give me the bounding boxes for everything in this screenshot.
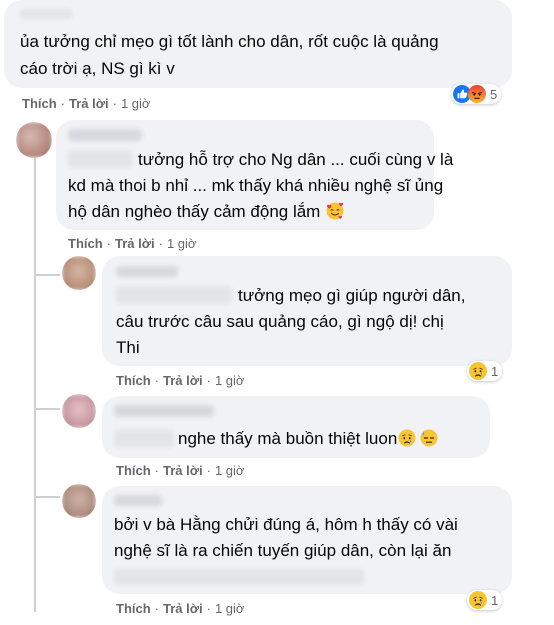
sad-face-icon <box>398 429 416 447</box>
redacted-text-line <box>114 569 364 585</box>
reply-text-line: tưởng mẹo gì giúp người dân, <box>238 286 466 305</box>
reaction-count: 5 <box>490 86 498 102</box>
smiling-face-with-hearts-icon <box>326 202 344 220</box>
comment-time: 1 giờ <box>120 96 151 111</box>
commenter-name-redacted <box>116 266 178 277</box>
thread-branch <box>34 408 60 410</box>
reply-time: 1 giờ <box>214 463 245 478</box>
thread-branch <box>34 274 60 276</box>
reply-link[interactable]: Trả lời <box>163 463 203 478</box>
reply-time: 1 giờ <box>214 601 245 616</box>
tagged-name-redacted <box>68 150 132 168</box>
reply-text-line: bởi v bà Hằng chửi đúng á, hôm h thấy có… <box>114 515 458 534</box>
comment-actions: Thích · Trả lời · 1 giờ <box>68 236 197 251</box>
downcast-sweat-face-icon <box>420 429 438 447</box>
sad-reaction-icon <box>469 591 487 609</box>
comment-text-line: kd mà thoi b nhỉ ... mk thấy khá nhiều n… <box>68 176 444 195</box>
thread-branch <box>34 496 60 498</box>
reply-time: 1 giờ <box>214 373 245 388</box>
reply-text-line: câu trước câu sau quảng cáo, gì ngộ dị! … <box>116 312 444 331</box>
like-link[interactable]: Thích <box>116 373 151 388</box>
reply-link[interactable]: Trả lời <box>69 96 109 111</box>
reply-link[interactable]: Trả lời <box>163 601 203 616</box>
tagged-name-redacted <box>116 286 232 304</box>
avatar <box>62 256 96 290</box>
avatar <box>16 122 52 158</box>
thread-line <box>34 158 36 612</box>
reply-text-line: nghe thấy mà buồn thiệt luon <box>178 426 439 452</box>
comment-actions: Thích · Trả lời · 1 giờ <box>22 96 151 111</box>
avatar <box>62 484 96 518</box>
commenter-name-redacted <box>68 129 142 141</box>
reply-actions: Thích · Trả lời · 1 giờ <box>116 601 245 616</box>
comment-text-line: hộ dân nghèo thấy cảm động lắm <box>68 199 345 225</box>
like-link[interactable]: Thích <box>116 601 151 616</box>
reaction-badge[interactable]: 5 <box>451 84 502 104</box>
reply-link[interactable]: Trả lời <box>163 373 203 388</box>
reply-text: nghe thấy mà buồn thiệt luon <box>178 429 398 448</box>
reply-actions: Thích · Trả lời · 1 giờ <box>116 463 245 478</box>
reaction-badge[interactable]: 1 <box>467 590 503 610</box>
angry-reaction-icon <box>468 85 486 103</box>
comment-time: 1 giờ <box>166 236 197 251</box>
reply-text-line: nghệ sĩ là ra chiến tuyến giúp dân, còn … <box>114 541 452 560</box>
like-link[interactable]: Thích <box>116 463 151 478</box>
reply-actions: Thích · Trả lời · 1 giờ <box>116 373 245 388</box>
like-link[interactable]: Thích <box>68 236 103 251</box>
comment-text: hộ dân nghèo thấy cảm động lắm <box>68 202 321 221</box>
commenter-name-redacted <box>20 9 72 19</box>
reply-link[interactable]: Trả lời <box>115 236 155 251</box>
reaction-badge[interactable]: 1 <box>467 361 503 381</box>
comment-text-line: tưởng hỗ trợ cho Ng dân ... cuối cùng v … <box>138 150 454 169</box>
reaction-count: 1 <box>491 363 499 379</box>
tagged-name-redacted <box>114 429 174 447</box>
comment-text-line: ủa tưởng chỉ mẹo gì tốt lành cho dân, rố… <box>20 32 439 51</box>
commenter-name-redacted <box>114 495 162 506</box>
commenter-name-redacted <box>114 405 214 417</box>
avatar <box>62 394 96 428</box>
comment-text-line: cáo trời ạ, NS gì kì v <box>20 59 175 78</box>
like-link[interactable]: Thích <box>22 96 57 111</box>
sad-reaction-icon <box>469 362 487 380</box>
reaction-count: 1 <box>491 592 499 608</box>
reply-text-line: Thi <box>116 338 140 357</box>
